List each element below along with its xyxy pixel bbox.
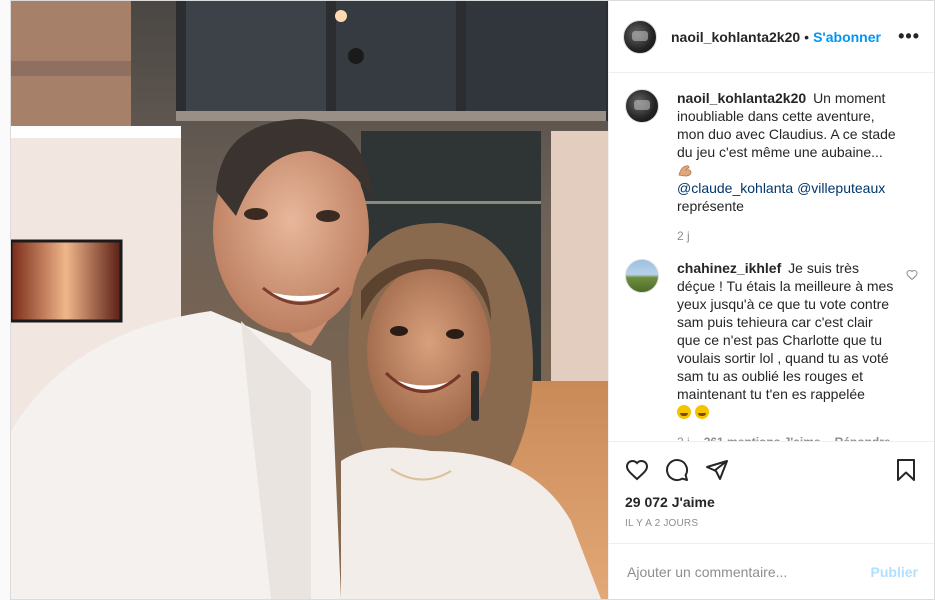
action-icons — [625, 450, 918, 490]
caption-text-end: représente — [677, 198, 744, 214]
mention-villeputeaux[interactable]: @villeputeaux — [797, 180, 885, 196]
comment-likes[interactable]: 261 mentions J'aime — [704, 433, 821, 441]
add-comment-bar: Publier — [609, 543, 934, 599]
reply-button[interactable]: Répondre — [835, 433, 891, 441]
post-date[interactable]: IL Y A 2 JOURS — [625, 518, 918, 529]
post-header: naoil_kohlanta2k20 • S'abonner ••• — [609, 1, 934, 73]
caption-avatar[interactable] — [625, 89, 659, 123]
laughing-face-emoji-icon — [677, 405, 691, 419]
comment-time[interactable]: 2 j — [677, 433, 690, 441]
send-icon[interactable] — [705, 458, 729, 482]
comment-like-heart-icon[interactable] — [906, 269, 918, 281]
flexed-biceps-emoji-icon — [678, 165, 692, 177]
comments-section: naoil_kohlanta2k20 Un moment inoubliable… — [609, 73, 934, 441]
caption: naoil_kohlanta2k20 Un moment inoubliable… — [625, 89, 918, 245]
post-actions: 29 072 J'aime IL Y A 2 JOURS — [609, 441, 934, 543]
laughing-face-emoji-icon — [695, 405, 709, 419]
heart-icon[interactable] — [625, 458, 649, 482]
comment: chahinez_ikhlef Je suis très déçue ! Tu … — [625, 259, 918, 441]
comment-meta: 2 j 261 mentions J'aime Répondre — [677, 433, 896, 441]
author-avatar[interactable] — [623, 19, 657, 54]
more-options-icon[interactable]: ••• — [898, 26, 920, 47]
caption-body: naoil_kohlanta2k20 Un moment inoubliable… — [677, 89, 918, 245]
publish-button[interactable]: Publier — [871, 564, 918, 580]
comment-text: Je suis très déçue ! Tu étais la meilleu… — [677, 260, 894, 402]
add-comment-input[interactable] — [625, 562, 871, 581]
commenter-username[interactable]: chahinez_ikhlef — [677, 260, 781, 276]
commenter-avatar[interactable] — [625, 259, 659, 293]
caption-username[interactable]: naoil_kohlanta2k20 — [677, 90, 806, 106]
mention-claude[interactable]: @claude_kohlanta — [677, 180, 793, 196]
post-sidebar: naoil_kohlanta2k20 • S'abonner ••• naoil… — [608, 1, 934, 599]
likes-count[interactable]: 29 072 J'aime — [625, 494, 918, 510]
post-photo[interactable] — [11, 1, 608, 599]
comment-icon[interactable] — [665, 458, 689, 482]
caption-meta: 2 j — [677, 227, 896, 245]
caption-time[interactable]: 2 j — [677, 227, 690, 245]
comment-body: chahinez_ikhlef Je suis très déçue ! Tu … — [677, 259, 918, 441]
selfie-image — [11, 1, 608, 599]
instagram-post: naoil_kohlanta2k20 • S'abonner ••• naoil… — [10, 0, 935, 600]
author-username[interactable]: naoil_kohlanta2k20 — [671, 29, 800, 45]
follow-button[interactable]: S'abonner — [813, 29, 881, 45]
bookmark-icon[interactable] — [894, 458, 918, 482]
separator-dot: • — [804, 28, 810, 45]
